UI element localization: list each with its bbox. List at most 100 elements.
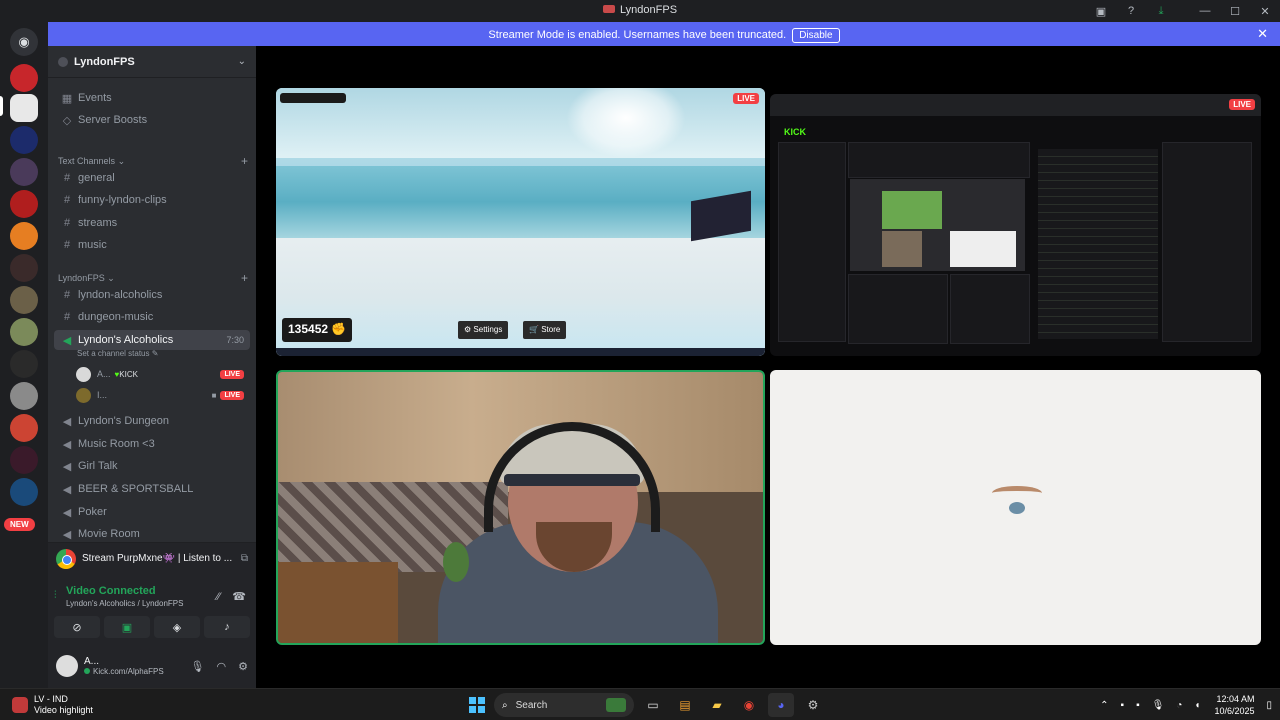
noise-suppression-icon[interactable]: ⁄⁄	[217, 591, 221, 603]
live-badge: LIVE	[220, 369, 244, 379]
avatar[interactable]	[56, 655, 78, 677]
tray-app-icon[interactable]: ▪	[1136, 700, 1140, 711]
kick-logo: KICK	[784, 127, 806, 137]
category-text-channels[interactable]: Text Channels ⌄ +	[58, 154, 248, 168]
game-ceiling	[276, 88, 765, 158]
inbox-icon[interactable]: ▣	[1086, 0, 1116, 22]
user-status: Kick.com/AlphaFPS	[84, 667, 164, 676]
server-icon-lyndonfps[interactable]	[10, 94, 38, 122]
soundboard-button[interactable]: ♪	[204, 616, 250, 638]
server-icon[interactable]	[10, 350, 38, 378]
server-boosts-item[interactable]: ◇ Server Boosts	[54, 110, 250, 130]
activity-tag: ♥KICK	[115, 370, 138, 379]
voice-channel-girl-talk[interactable]: ◀ Girl Talk	[54, 456, 250, 476]
help-icon[interactable]: ?	[1116, 0, 1146, 22]
close-window-button[interactable]: ✕	[1250, 0, 1280, 22]
camera-tile-blank[interactable]	[770, 370, 1261, 645]
voice-channel-music-room[interactable]: ◀ Music Room <3	[54, 434, 250, 454]
server-icon[interactable]	[10, 254, 38, 282]
channel-label: general	[78, 172, 115, 184]
channel-funny-lyndon-clips[interactable]: # funny-lyndon-clips	[54, 190, 250, 210]
volume-icon[interactable]: ◖	[1194, 700, 1200, 711]
events-item[interactable]: ▦ Events	[54, 88, 250, 108]
camera-off-button[interactable]: ⊘	[54, 616, 100, 638]
server-icon[interactable]	[10, 382, 38, 410]
close-banner-icon[interactable]: ✕	[1257, 26, 1268, 42]
direct-messages-icon[interactable]: ◉	[10, 28, 38, 56]
game-score: 135452 ✊	[282, 318, 353, 342]
server-icon[interactable]	[10, 126, 38, 154]
gear-icon[interactable]: ⚙	[238, 661, 248, 673]
server-icon[interactable]	[10, 158, 38, 186]
channel-lyndon-alcoholics-text[interactable]: # lyndon-alcoholics	[54, 285, 250, 305]
text-channel-icon: #	[63, 289, 71, 301]
server-icon[interactable]	[10, 222, 38, 250]
popout-icon[interactable]: ⧉	[241, 553, 248, 564]
file-explorer-icon[interactable]: ▰	[704, 693, 730, 717]
voice-channel-lyndons-dungeon[interactable]: ◀ Lyndon's Dungeon	[54, 411, 250, 431]
widgets-button[interactable]: LV - IND Video highlight	[12, 694, 93, 716]
wifi-icon[interactable]: ◔	[1176, 700, 1182, 711]
stream-tile-dashboard[interactable]: KICK LIVE	[770, 94, 1261, 356]
voice-channel-movie-room[interactable]: ◀ Movie Room	[54, 524, 250, 544]
activity-card[interactable]: Stream PurpMxne👾 | Listen to ... ⧉	[48, 542, 256, 574]
chrome-icon	[56, 548, 76, 569]
channel-dungeon-music[interactable]: # dungeon-music	[54, 307, 250, 327]
server-icon[interactable]	[10, 190, 38, 218]
voice-user[interactable]: A... ♥KICK LIVE	[76, 365, 244, 383]
create-channel-icon[interactable]: +	[241, 271, 248, 285]
channel-general[interactable]: # general	[54, 168, 250, 188]
server-icon[interactable]	[10, 414, 38, 442]
start-icon[interactable]	[466, 694, 488, 716]
stream-tile-game[interactable]: 135452 ✊ ⚙ Settings 🛒 Store LIVE	[276, 88, 765, 356]
server-icon[interactable]	[10, 64, 38, 92]
category-lyndonfps[interactable]: LyndonFPS ⌄ +	[58, 271, 248, 285]
discord-icon[interactable]: ◕	[768, 693, 794, 717]
notification-icon[interactable]: ▯	[1266, 700, 1272, 711]
chevron-down-icon: ⌄	[237, 56, 246, 67]
voice-channel-poker[interactable]: ◀ Poker	[54, 502, 250, 522]
server-icon[interactable]	[10, 286, 38, 314]
text-channel-icon: #	[63, 311, 71, 323]
download-icon[interactable]: ⤓	[1146, 0, 1176, 22]
chevron-up-icon[interactable]: ⌃	[1100, 700, 1108, 711]
camera-tile[interactable]	[276, 370, 765, 645]
app-icon[interactable]: ⚙	[800, 693, 826, 717]
channel-label: streams	[78, 217, 118, 229]
voice-location[interactable]: Lyndon's Alcoholics / LyndonFPS	[66, 599, 183, 608]
channel-label: Girl Talk	[78, 460, 118, 472]
chrome-icon[interactable]: ◉	[736, 693, 762, 717]
screen-share-button[interactable]: ▣	[104, 616, 150, 638]
voice-channel-beer-sportsball[interactable]: ◀ BEER & SPORTSBALL	[54, 479, 250, 499]
channel-music[interactable]: # music	[54, 235, 250, 255]
server-header[interactable]: LyndonFPS ⌄	[48, 46, 256, 78]
speaker-icon: ◀	[62, 506, 72, 519]
clock[interactable]: 12:04 AM 10/6/2025	[1214, 693, 1254, 717]
stream-preview	[850, 179, 1025, 271]
store-icon[interactable]: ▤	[672, 693, 698, 717]
voice-channel-lyndons-alcoholics[interactable]: ◀ Lyndon's Alcoholics 7:30	[54, 330, 250, 350]
browser-toolbar	[770, 94, 1261, 116]
voice-user[interactable]: I... ■ LIVE	[76, 386, 244, 404]
channel-status-label: Set a channel status	[77, 349, 150, 358]
activity-feed-panel	[848, 274, 948, 344]
voice-status[interactable]: Video Connected	[66, 585, 156, 597]
microphone-icon[interactable]: 🎙	[191, 661, 205, 673]
dashboard-nav	[778, 142, 846, 342]
channel-streams[interactable]: # streams	[54, 213, 250, 233]
maximize-button[interactable]: ☐	[1220, 0, 1250, 22]
server-icon[interactable]	[10, 318, 38, 346]
server-icon[interactable]	[10, 478, 38, 506]
disable-streamer-mode-button[interactable]: Disable	[792, 28, 840, 43]
headphones-icon[interactable]: ◠	[217, 661, 227, 673]
task-view-icon[interactable]: ▭	[640, 693, 666, 717]
disconnect-icon[interactable]: ☎	[232, 591, 246, 603]
server-icon[interactable]	[10, 446, 38, 474]
minimize-button[interactable]: —	[1190, 0, 1220, 22]
search-box[interactable]: ⌕ Search	[494, 693, 634, 717]
microphone-icon[interactable]: 🎙	[1152, 700, 1165, 711]
tray-app-icon[interactable]: ▪	[1121, 700, 1125, 711]
create-channel-icon[interactable]: +	[241, 154, 248, 168]
activities-button[interactable]: ◈	[154, 616, 200, 638]
set-channel-status[interactable]: Set a channel status ✎	[77, 349, 158, 358]
